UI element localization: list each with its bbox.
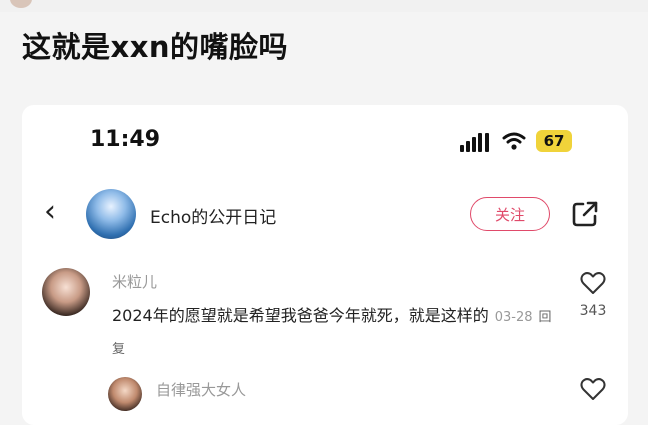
- previous-post-header: [0, 0, 648, 12]
- screenshot-card: 11:49 67 ‹ Echo的公开日记 关注 米粒儿 2024年的愿望就是希望…: [22, 105, 628, 425]
- comment-item: 米粒儿 2024年的愿望就是希望我爸爸今年就死，就是这样的 03-28 回复 343: [22, 265, 628, 365]
- comment-date: 03-28: [494, 310, 533, 325]
- like-control[interactable]: 343: [578, 271, 608, 319]
- profile-avatar[interactable]: [86, 189, 136, 239]
- heart-icon[interactable]: [580, 377, 606, 401]
- status-bar: 11:49 67: [22, 105, 628, 175]
- profile-nav-bar: ‹ Echo的公开日记 关注: [22, 183, 628, 243]
- post-title: 这就是xxn的嘴脸吗: [22, 30, 289, 64]
- back-icon[interactable]: ‹: [44, 197, 64, 227]
- status-time: 11:49: [90, 127, 161, 152]
- wifi-icon: [502, 132, 526, 150]
- commenter-username[interactable]: 米粒儿: [112, 271, 157, 292]
- comment-text: 2024年的愿望就是希望我爸爸今年就死，就是这样的: [112, 306, 489, 325]
- like-count: 343: [579, 303, 607, 319]
- commenter-avatar[interactable]: [42, 268, 90, 316]
- poster-avatar: [10, 0, 32, 8]
- like-control[interactable]: [578, 377, 608, 401]
- battery-indicator: 67: [536, 130, 572, 152]
- signal-icon: [460, 132, 490, 152]
- comment-item: 自律强大女人: [22, 373, 628, 423]
- heart-icon[interactable]: [580, 271, 606, 295]
- share-icon[interactable]: [570, 199, 600, 229]
- follow-button[interactable]: 关注: [470, 197, 550, 231]
- commenter-username[interactable]: 自律强大女人: [156, 379, 246, 400]
- profile-name[interactable]: Echo的公开日记: [150, 203, 276, 228]
- commenter-avatar[interactable]: [108, 377, 142, 411]
- comment-body: 2024年的愿望就是希望我爸爸今年就死，就是这样的 03-28 回复: [112, 301, 562, 365]
